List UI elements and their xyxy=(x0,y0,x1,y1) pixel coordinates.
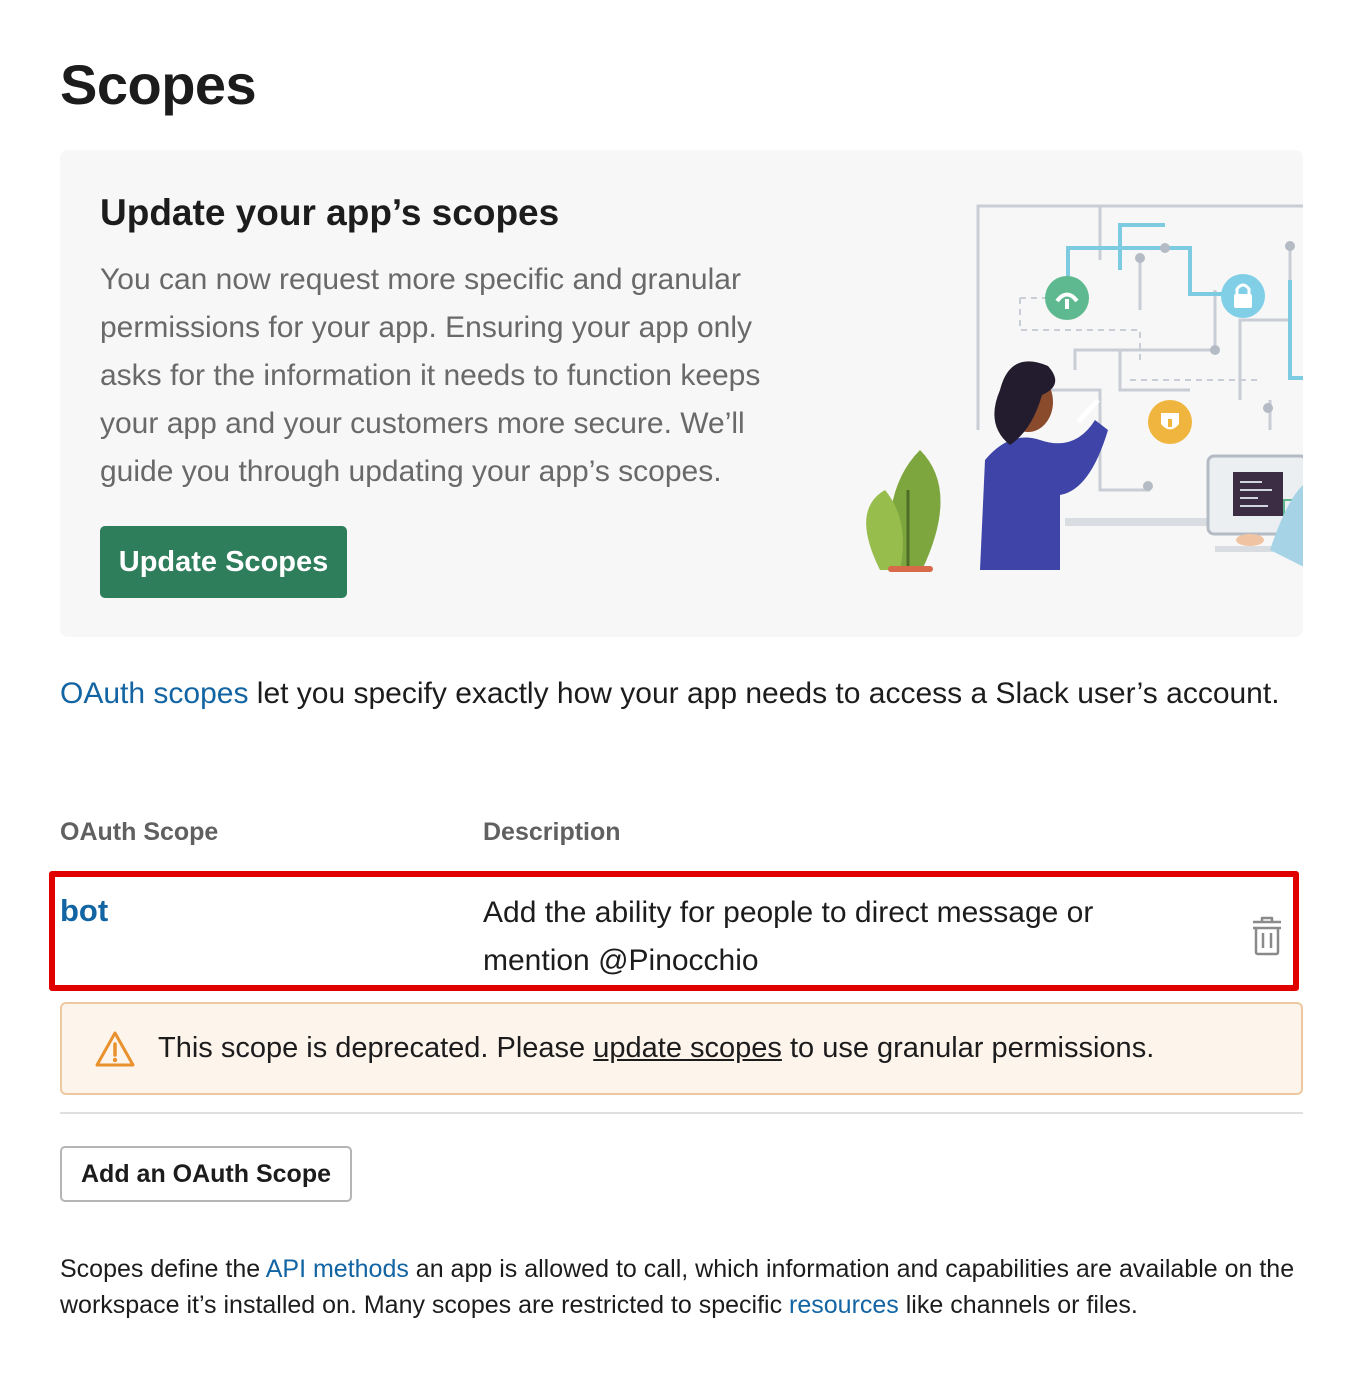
description-column-header: Description xyxy=(483,818,621,846)
update-scopes-link[interactable]: update scopes xyxy=(593,1032,782,1064)
update-scopes-banner: Update your app’s scopes You can now req… xyxy=(60,150,1303,637)
scope-description: Add the ability for people to direct mes… xyxy=(483,896,1094,977)
update-scopes-button[interactable]: Update Scopes xyxy=(100,526,347,598)
oauth-scopes-link[interactable]: OAuth scopes xyxy=(60,677,248,710)
divider xyxy=(60,1112,1303,1114)
api-methods-link[interactable]: API methods xyxy=(266,1255,409,1283)
footer-text: Scopes define the API methods an app is … xyxy=(60,1251,1300,1323)
warning-message: This scope is deprecated. Please update … xyxy=(158,1032,1154,1065)
deprecation-warning: This scope is deprecated. Please update … xyxy=(60,1002,1303,1095)
trash-icon[interactable] xyxy=(1250,916,1284,956)
add-oauth-scope-button[interactable]: Add an OAuth Scope xyxy=(60,1146,352,1202)
oauth-scope-column-header: OAuth Scope xyxy=(60,818,219,846)
banner-text: You can now request more specific and gr… xyxy=(100,263,761,488)
intro-description: let you specify exactly how your app nee… xyxy=(248,677,1280,710)
warning-text-after: to use granular permissions. xyxy=(781,1032,1155,1064)
footer-text-part3: like channels or files. xyxy=(898,1291,1138,1319)
footer-text-part1: Scopes define the xyxy=(60,1255,266,1283)
scope-name-link[interactable]: bot xyxy=(60,893,108,929)
page-title: Scopes xyxy=(60,53,257,116)
intro-text: OAuth scopes let you specify exactly how… xyxy=(60,670,1300,718)
resources-link[interactable]: resources xyxy=(789,1291,899,1319)
banner-title: Update your app’s scopes xyxy=(100,192,560,233)
people-at-computers-illustration xyxy=(866,204,1303,572)
warning-text-before: This scope is deprecated. Please xyxy=(158,1032,594,1064)
warning-triangle-icon xyxy=(95,1031,135,1067)
